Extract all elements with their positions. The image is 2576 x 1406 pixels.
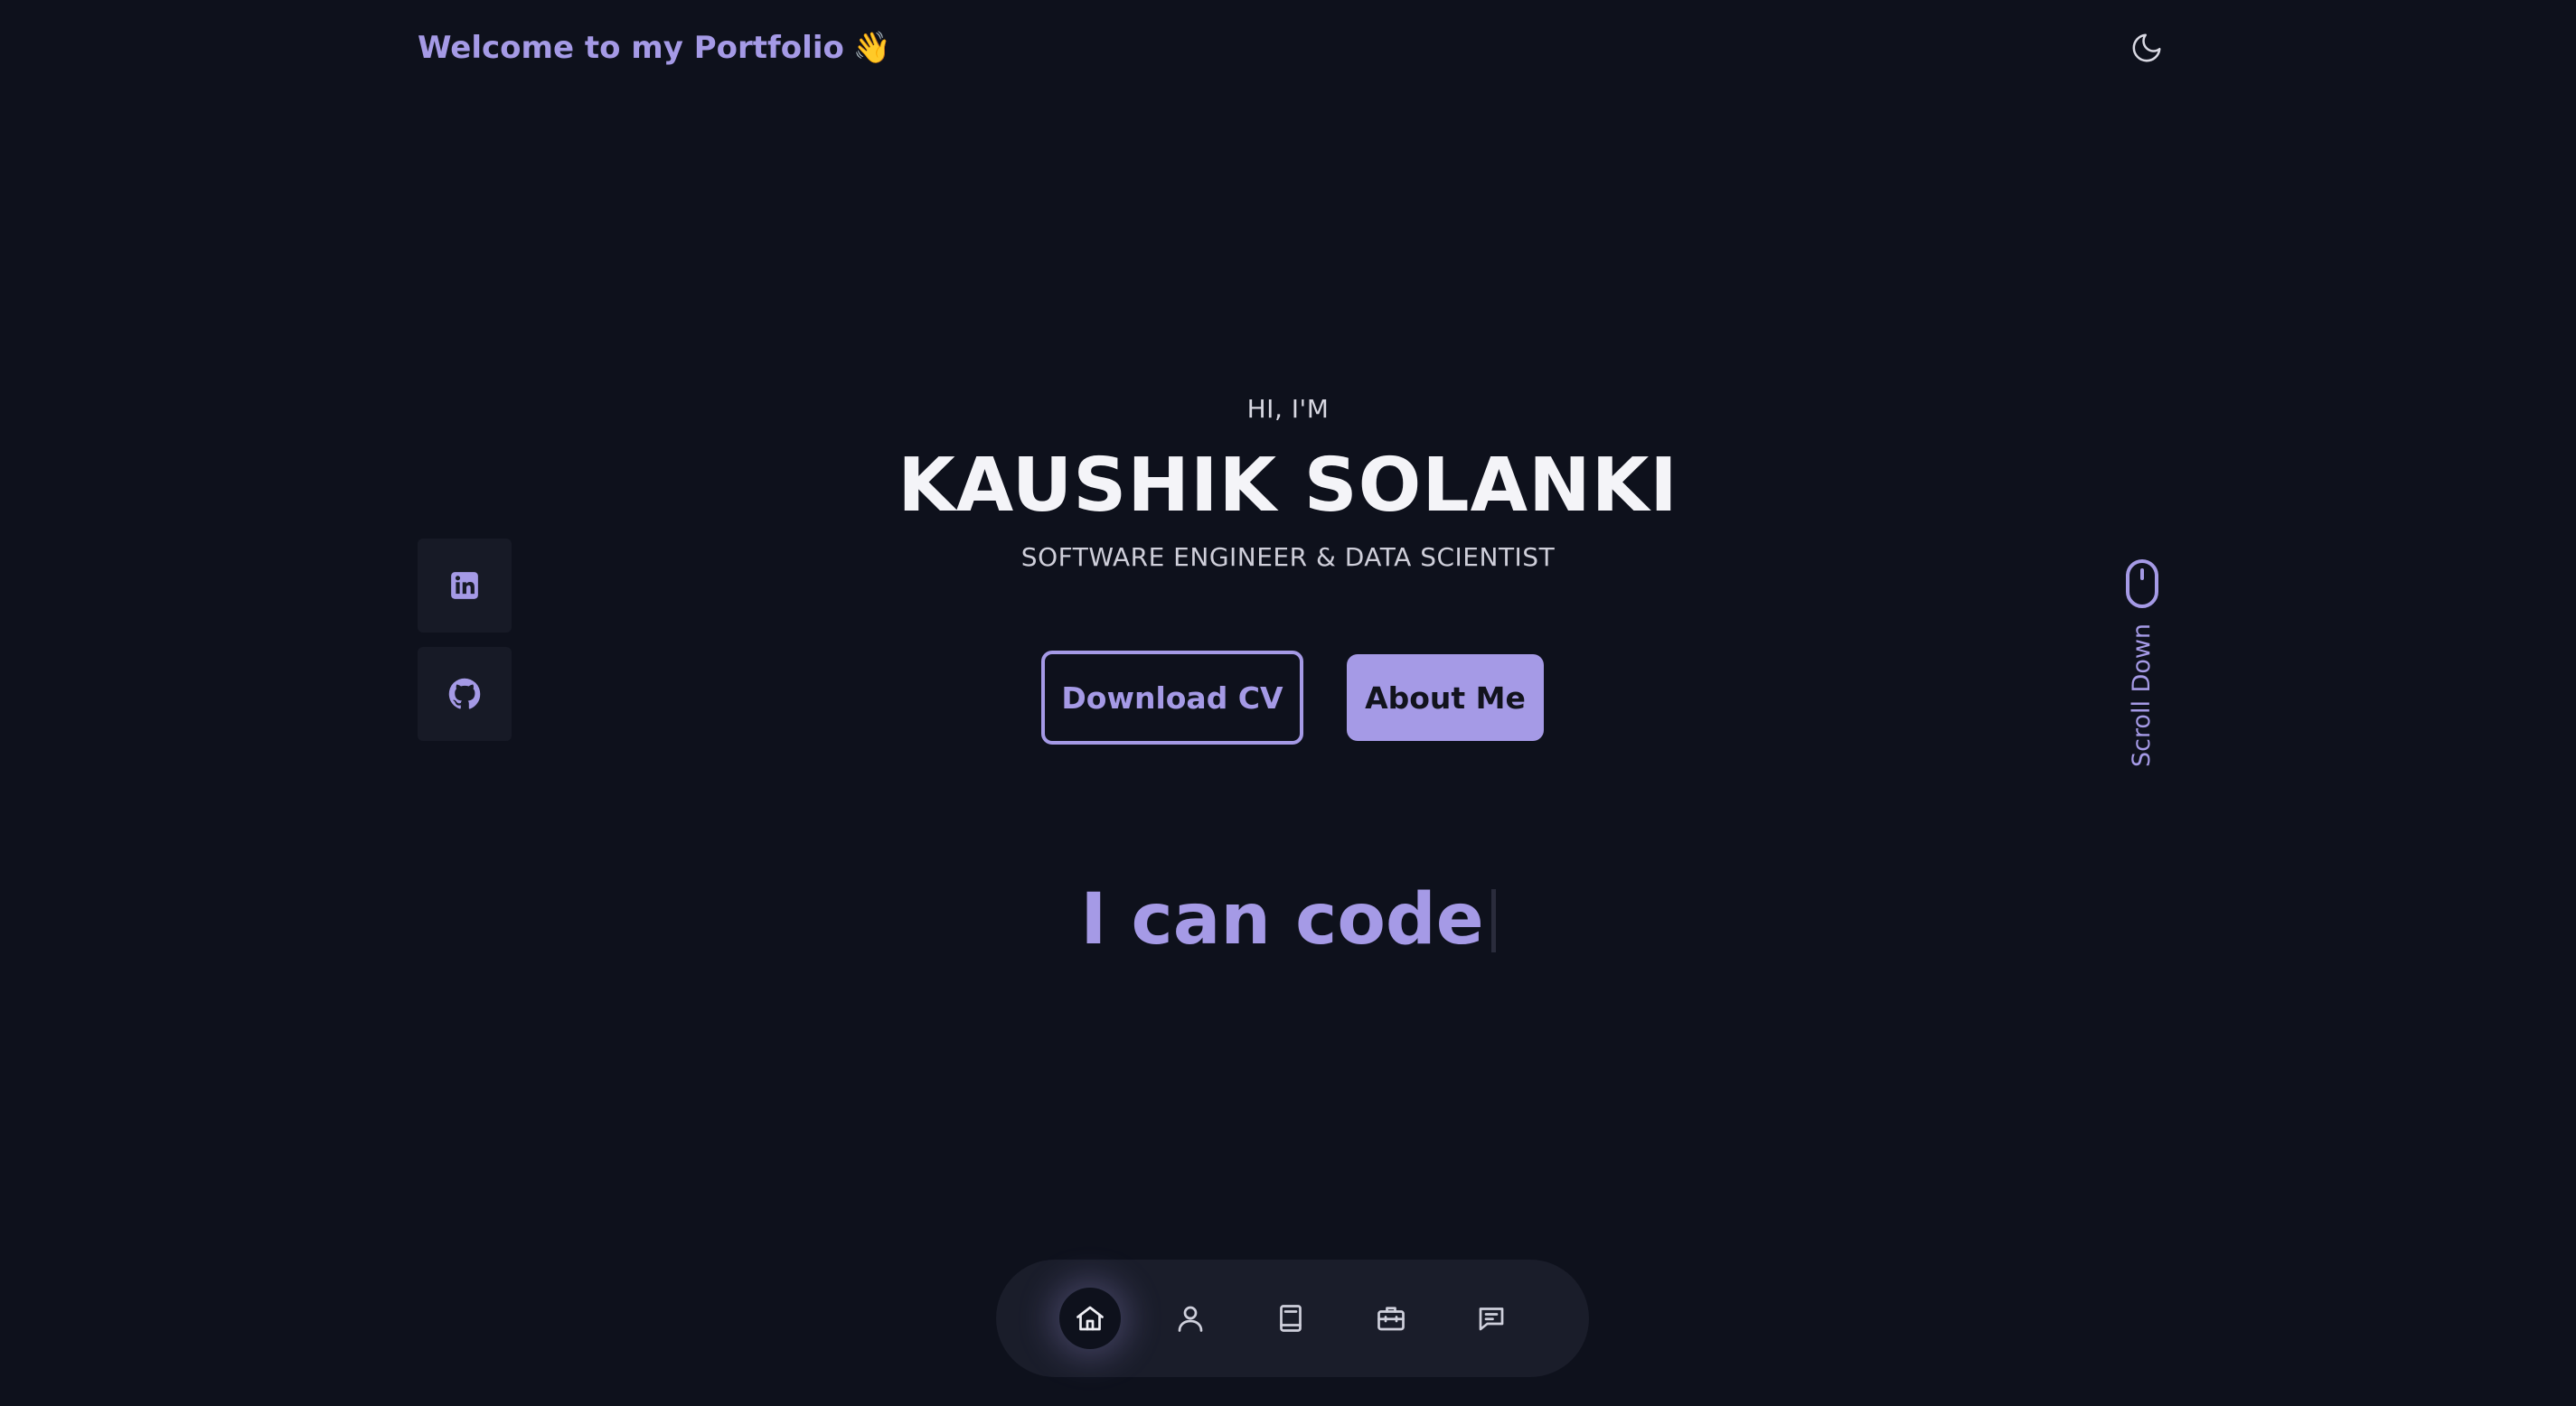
nav-contact[interactable] [1461, 1288, 1522, 1349]
github-icon [448, 678, 481, 709]
scroll-down-label: Scroll Down [2128, 623, 2157, 767]
scroll-down-link[interactable]: Scroll Down [2106, 623, 2178, 766]
book-icon [1280, 1305, 1302, 1332]
nav-home[interactable] [1059, 1288, 1121, 1349]
portfolio-page: Welcome to my Portfolio 👋 HI, I'M KAUSHIK… [0, 0, 2576, 1406]
typed-headline: I can code [0, 875, 2576, 965]
hero-name: KAUSHIK SOLANKI [898, 443, 1678, 529]
nav-portfolio[interactable] [1360, 1288, 1422, 1349]
download-cv-button[interactable]: Download CV [1041, 651, 1303, 745]
moon-icon [2132, 33, 2161, 62]
linkedin-link[interactable] [418, 539, 512, 633]
message-icon [1479, 1308, 1504, 1331]
mouse-icon[interactable] [2124, 558, 2160, 609]
typed-text: I can code [1080, 879, 1484, 961]
typing-caret [1490, 889, 1496, 952]
linkedin-icon [451, 572, 478, 599]
hero-role: SOFTWARE ENGINEER & DATA SCIENTIST [1020, 542, 1556, 572]
briefcase-icon [1377, 1307, 1405, 1331]
nav-experience[interactable] [1260, 1288, 1321, 1349]
nav-about[interactable] [1160, 1288, 1221, 1349]
about-me-button[interactable]: About Me [1347, 654, 1544, 741]
brand-text: Welcome to my Portfolio [418, 30, 844, 66]
theme-toggle-button[interactable] [2128, 29, 2166, 67]
hero-greeting: HI, I'M [1246, 394, 1330, 424]
waving-hand-emoji: 👋 [852, 30, 892, 66]
github-link[interactable] [418, 647, 512, 741]
bottom-nav [996, 1260, 1589, 1377]
user-icon [1178, 1306, 1203, 1332]
site-brand[interactable]: Welcome to my Portfolio 👋 [418, 25, 891, 70]
home-icon [1076, 1306, 1104, 1331]
